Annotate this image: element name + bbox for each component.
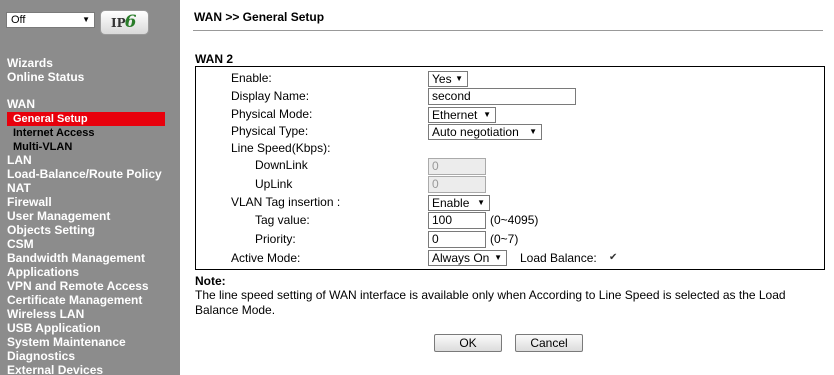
title-divider bbox=[193, 30, 823, 31]
load-balance-label: Load Balance: bbox=[520, 251, 597, 265]
tag-range-hint: (0~4095) bbox=[490, 213, 539, 227]
uplink-label: UpLink bbox=[255, 177, 293, 191]
uplink-input[interactable]: 0 bbox=[428, 176, 486, 193]
enable-label: Enable: bbox=[231, 71, 272, 85]
sidebar-item-bandwidth-management[interactable]: Bandwidth Management bbox=[7, 251, 145, 265]
tag-value-input[interactable]: 100 bbox=[428, 212, 486, 229]
load-balance-checkbox[interactable]: ✔ bbox=[609, 253, 619, 263]
sidebar-item-objects-setting[interactable]: Objects Setting bbox=[7, 223, 95, 237]
chevron-down-icon: ▼ bbox=[477, 198, 485, 207]
mode-select-value: Off bbox=[11, 14, 26, 26]
physical-mode-label: Physical Mode: bbox=[231, 107, 313, 121]
sidebar-item-internet-access[interactable]: Internet Access bbox=[13, 126, 95, 140]
priority-input[interactable]: 0 bbox=[428, 231, 486, 248]
mode-select[interactable]: Off ▼ bbox=[6, 12, 95, 28]
enable-select[interactable]: Yes ▼ bbox=[428, 71, 468, 87]
physical-mode-select[interactable]: Ethernet ▼ bbox=[428, 107, 496, 123]
chevron-down-icon: ▼ bbox=[494, 253, 502, 262]
sidebar-item-usb-application[interactable]: USB Application bbox=[7, 321, 101, 335]
physical-type-label: Physical Type: bbox=[231, 124, 309, 138]
sidebar-item-applications[interactable]: Applications bbox=[7, 265, 79, 279]
physical-type-select[interactable]: Auto negotiation ▼ bbox=[428, 124, 542, 140]
cancel-button[interactable]: Cancel bbox=[515, 334, 583, 352]
sidebar-item-system-maintenance[interactable]: System Maintenance bbox=[7, 335, 126, 349]
sidebar-item-online-status[interactable]: Online Status bbox=[7, 70, 84, 84]
sidebar-item-diagnostics[interactable]: Diagnostics bbox=[7, 349, 75, 363]
downlink-input[interactable]: 0 bbox=[428, 158, 486, 175]
chevron-down-icon: ▼ bbox=[529, 127, 537, 136]
breadcrumb: WAN >> General Setup bbox=[194, 10, 325, 24]
ipv6-logo: IP6 bbox=[100, 10, 149, 35]
wan-settings-panel: Enable: Yes ▼ Display Name: second Physic… bbox=[195, 66, 825, 270]
active-mode-select[interactable]: Always On ▼ bbox=[428, 250, 507, 266]
priority-range-hint: (0~7) bbox=[490, 232, 519, 246]
sidebar-item-multi-vlan[interactable]: Multi-VLAN bbox=[13, 140, 72, 154]
sidebar-item-general-setup[interactable]: General Setup bbox=[7, 112, 165, 126]
tag-value-label: Tag value: bbox=[255, 213, 310, 227]
priority-label: Priority: bbox=[255, 232, 296, 246]
sidebar-item-user-management[interactable]: User Management bbox=[7, 209, 110, 223]
ok-button[interactable]: OK bbox=[434, 334, 502, 352]
sidebar-item-wizards[interactable]: Wizards bbox=[7, 56, 53, 70]
note-title: Note: bbox=[195, 274, 226, 288]
sidebar-item-load-balance[interactable]: Load-Balance/Route Policy bbox=[7, 167, 162, 181]
section-title: WAN 2 bbox=[195, 52, 234, 66]
chevron-down-icon: ▼ bbox=[82, 15, 90, 24]
sidebar: Off ▼ IP6 Wizards Online Status WAN Gene… bbox=[0, 0, 180, 375]
sidebar-item-external-devices[interactable]: External Devices bbox=[7, 363, 103, 375]
vlan-tag-select[interactable]: Enable ▼ bbox=[428, 195, 490, 211]
sidebar-item-nat[interactable]: NAT bbox=[7, 181, 31, 195]
note-text: The line speed setting of WAN interface … bbox=[195, 288, 786, 317]
main-content: WAN >> General Setup WAN 2 Enable: Yes ▼ … bbox=[180, 0, 834, 375]
chevron-down-icon: ▼ bbox=[483, 110, 491, 119]
active-mode-label: Active Mode: bbox=[231, 251, 301, 265]
downlink-label: DownLink bbox=[255, 158, 308, 172]
sidebar-item-wireless-lan[interactable]: Wireless LAN bbox=[7, 307, 84, 321]
display-name-label: Display Name: bbox=[231, 89, 310, 103]
sidebar-item-lan[interactable]: LAN bbox=[7, 153, 32, 167]
sidebar-item-wan[interactable]: WAN bbox=[7, 97, 35, 111]
line-speed-label: Line Speed(Kbps): bbox=[231, 141, 331, 155]
sidebar-item-firewall[interactable]: Firewall bbox=[7, 195, 52, 209]
sidebar-item-vpn[interactable]: VPN and Remote Access bbox=[7, 279, 149, 293]
chevron-down-icon: ▼ bbox=[455, 74, 463, 83]
vlan-tag-label: VLAN Tag insertion : bbox=[231, 195, 341, 209]
sidebar-item-certificate-management[interactable]: Certificate Management bbox=[7, 293, 142, 307]
display-name-input[interactable]: second bbox=[428, 88, 576, 105]
sidebar-item-csm[interactable]: CSM bbox=[7, 237, 34, 251]
